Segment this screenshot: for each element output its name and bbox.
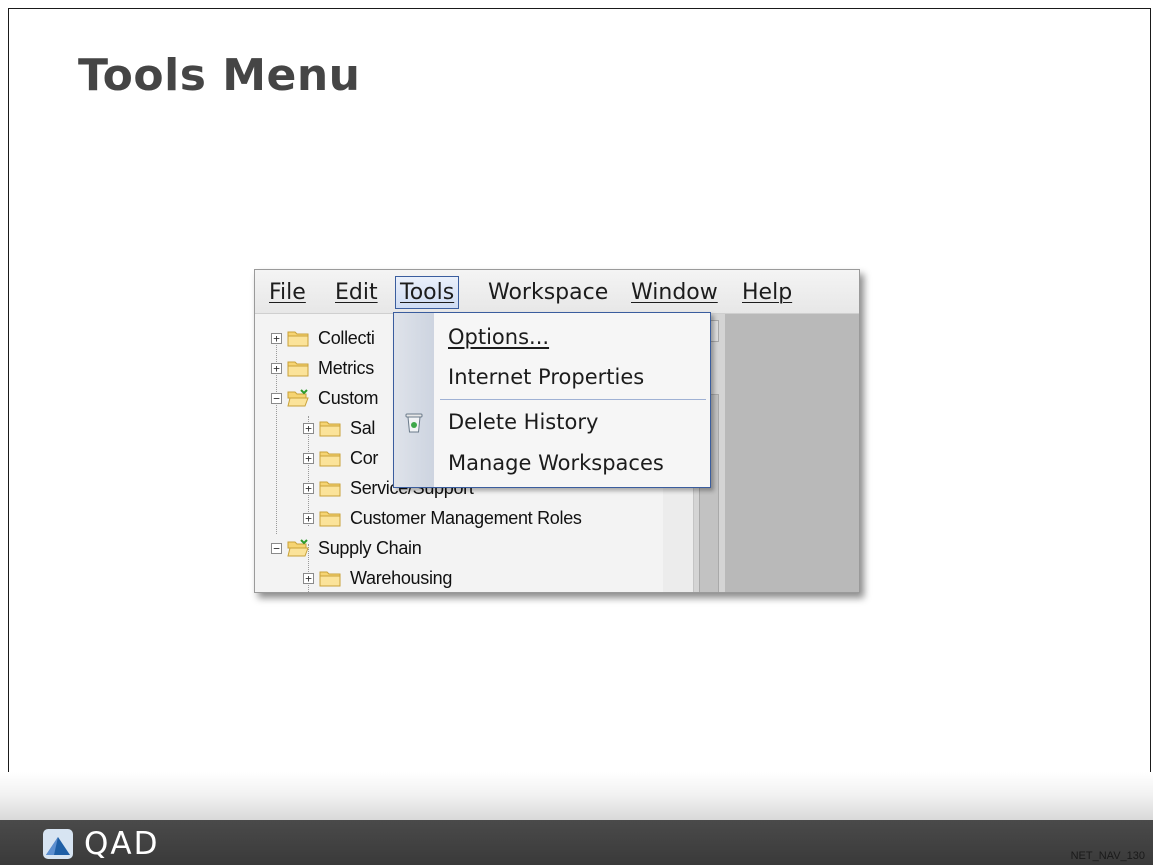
menu-item-manage-workspaces[interactable]: Manage Workspaces — [448, 451, 664, 475]
menu-item-delete-history[interactable]: Delete History — [448, 410, 598, 434]
footer-bar: QAD NET_NAV_130 — [0, 820, 1153, 865]
menu-separator — [440, 399, 706, 400]
menu-bar: File Edit Tools Workspace Window Help — [255, 270, 859, 314]
tree-item[interactable]: + Customer Management Roles — [303, 505, 582, 531]
tree-item[interactable]: + Metrics — [271, 355, 374, 381]
expand-icon[interactable]: + — [303, 572, 314, 584]
tree-item-label: Cor — [350, 447, 379, 468]
tree-item[interactable]: − Supply Chain — [271, 535, 422, 561]
folder-icon — [319, 481, 341, 497]
menu-icon-gutter — [394, 313, 434, 487]
tree-item-label: Sal — [350, 417, 376, 438]
expand-icon[interactable]: + — [303, 482, 314, 494]
tree-item[interactable]: − Custom — [271, 385, 379, 411]
folder-icon — [319, 511, 341, 527]
collapse-icon[interactable]: − — [271, 542, 282, 554]
tree-item[interactable]: + Warehousing — [303, 565, 452, 591]
qad-logo: QAD — [42, 826, 159, 862]
slide-code: NET_NAV_130 — [1070, 850, 1145, 862]
menu-item-options[interactable]: Options... — [448, 325, 549, 349]
expand-icon[interactable]: + — [271, 362, 282, 374]
tree-item[interactable]: + Cor — [303, 445, 378, 471]
qad-logo-icon — [43, 829, 73, 859]
tree-item-label: Custom — [318, 387, 379, 408]
folder-icon — [319, 451, 341, 467]
app-window-screenshot: File Edit Tools Workspace Window Help + … — [254, 269, 860, 593]
expand-icon[interactable]: + — [303, 512, 314, 524]
tree-item[interactable]: + Collecti — [271, 325, 375, 351]
trash-icon — [405, 413, 423, 433]
footer-fade — [0, 772, 1153, 820]
menu-help[interactable]: Help — [742, 280, 792, 305]
tree-item-label: Metrics — [318, 357, 374, 378]
tools-dropdown-menu: Options... Internet Properties Delete Hi… — [393, 312, 711, 488]
collapse-icon[interactable]: − — [271, 392, 282, 404]
menu-window[interactable]: Window — [631, 280, 718, 305]
tree-item-label: Supply Chain — [318, 537, 422, 558]
tree-item-label: Collecti — [318, 327, 375, 348]
menu-file[interactable]: File — [269, 280, 306, 305]
folder-icon — [319, 421, 341, 437]
menu-item-internet-properties[interactable]: Internet Properties — [448, 365, 644, 389]
open-folder-icon — [287, 389, 309, 407]
tree-item-label: Warehousing — [350, 567, 453, 588]
tree-item-label: Customer Management Roles — [350, 507, 582, 528]
menu-tools[interactable]: Tools — [395, 276, 460, 309]
menu-workspace[interactable]: Workspace — [488, 280, 608, 305]
content-panel — [725, 314, 859, 592]
expand-icon[interactable]: + — [303, 452, 314, 464]
slide-title: Tools Menu — [78, 50, 361, 101]
open-folder-icon — [287, 539, 309, 557]
qad-logo-text: QAD — [84, 826, 160, 862]
folder-icon — [287, 361, 309, 377]
tree-item[interactable]: + Sal — [303, 415, 375, 441]
expand-icon[interactable]: + — [303, 422, 314, 434]
menu-edit[interactable]: Edit — [335, 280, 378, 305]
folder-icon — [319, 571, 341, 587]
expand-icon[interactable]: + — [271, 332, 282, 344]
folder-icon — [287, 331, 309, 347]
